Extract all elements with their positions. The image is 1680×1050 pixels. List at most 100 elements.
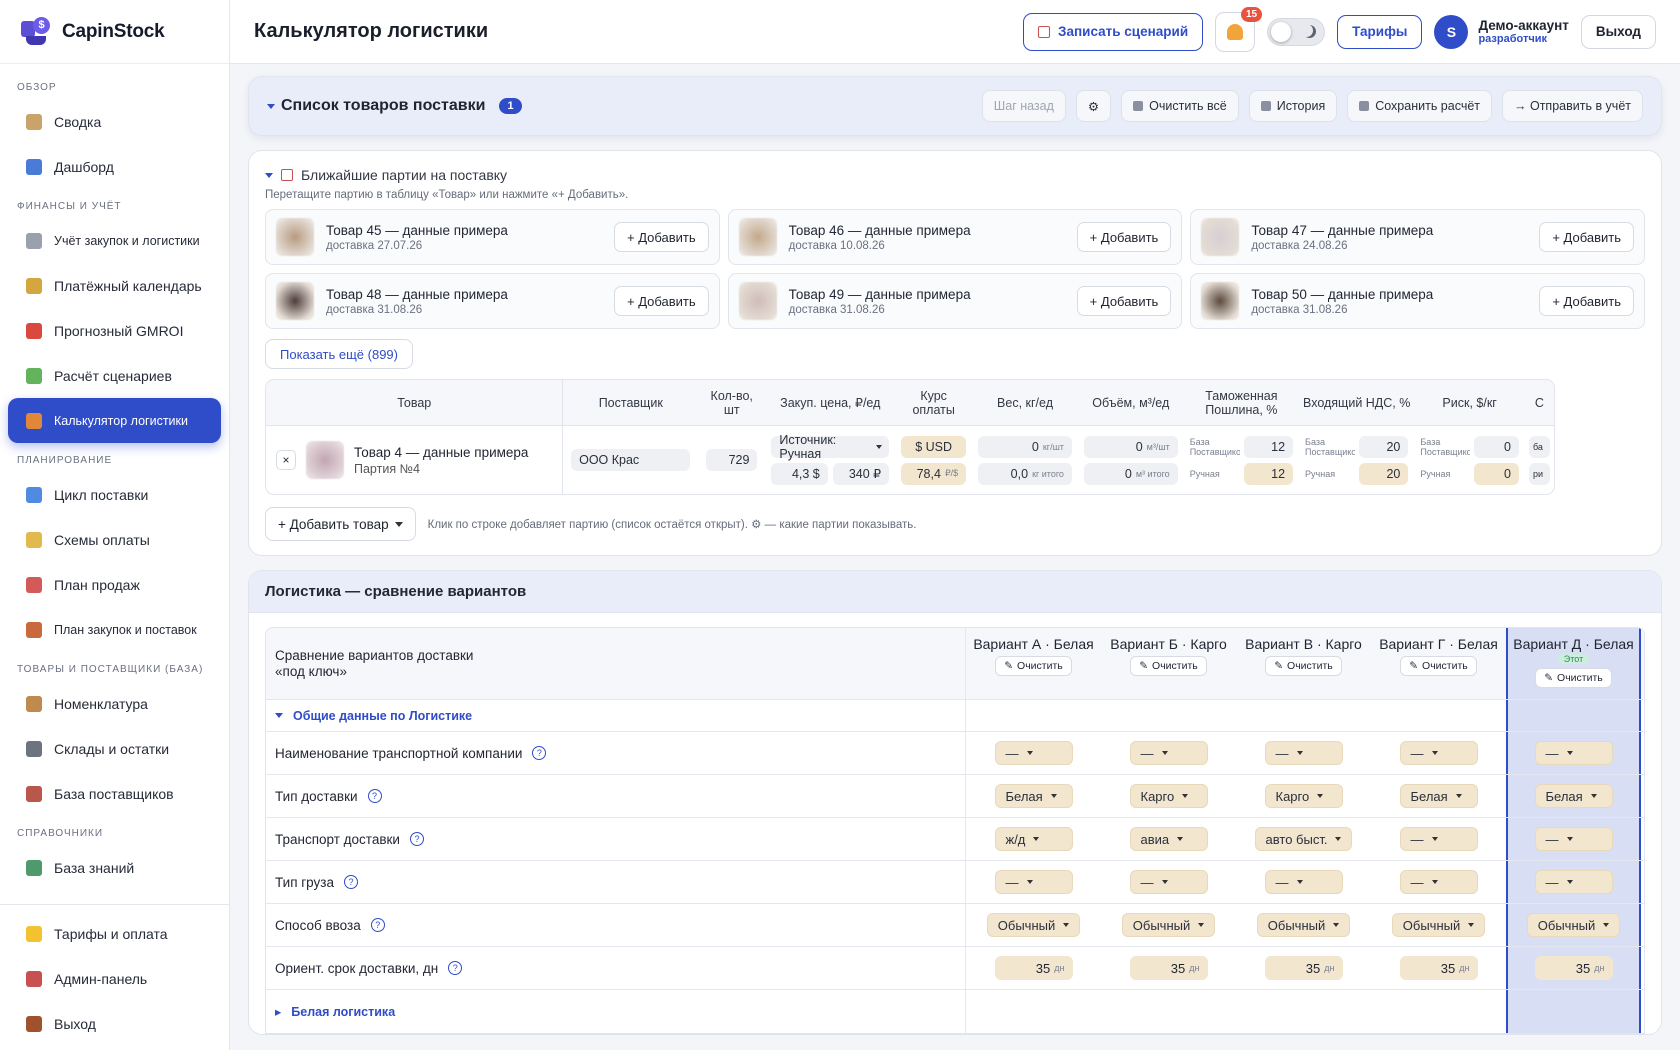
option-select[interactable]: Белая: [994, 784, 1073, 808]
compare-section-row[interactable]: Общие данные по Логистике: [266, 700, 1644, 732]
option-select[interactable]: авто быст.: [1254, 827, 1353, 851]
send-to-ledger-button[interactable]: → Отправить в учёт: [1502, 90, 1643, 122]
clear-variant-button[interactable]: ✎ Очистить: [1400, 656, 1477, 676]
option-select[interactable]: Обычный: [1391, 913, 1486, 937]
sidebar-item[interactable]: Склады и остатки: [8, 726, 221, 771]
duty-base-field[interactable]: 12: [1243, 435, 1294, 458]
theme-toggle[interactable]: [1267, 17, 1326, 46]
extra-field-bottom[interactable]: ри: [1528, 462, 1550, 485]
price-rub-field[interactable]: 340 ₽: [832, 462, 890, 485]
sidebar-item[interactable]: Цикл поставки: [8, 472, 221, 517]
show-more-button[interactable]: Показать ещё (899): [265, 339, 413, 369]
sidebar-item[interactable]: Выход: [8, 1001, 221, 1046]
sidebar-item[interactable]: База поставщиков: [8, 771, 221, 816]
option-select[interactable]: Обычный: [1526, 913, 1621, 937]
quantity-field[interactable]: 729: [705, 449, 758, 471]
option-select[interactable]: —: [1129, 870, 1208, 894]
sidebar-item[interactable]: Калькулятор логистики: [8, 398, 221, 443]
option-select[interactable]: Белая: [1534, 784, 1613, 808]
supply-list-toggle[interactable]: Список товаров поставки 1: [267, 97, 522, 115]
help-icon[interactable]: ?: [409, 832, 424, 846]
clear-all-button[interactable]: Очистить всё: [1121, 90, 1239, 122]
logout-button[interactable]: Выход: [1580, 14, 1656, 49]
duration-field[interactable]: 35 дн: [1399, 956, 1478, 980]
history-button[interactable]: История: [1248, 90, 1338, 122]
option-select[interactable]: —: [1399, 870, 1478, 894]
sidebar-item[interactable]: Сводка: [8, 99, 221, 144]
extra-field-top[interactable]: ба: [1528, 435, 1550, 458]
risk-manual-field[interactable]: 0: [1474, 462, 1519, 485]
duty-manual-field[interactable]: 12: [1243, 462, 1294, 485]
save-calc-button[interactable]: Сохранить расчёт: [1347, 90, 1493, 122]
duration-field[interactable]: 35 дн: [1534, 956, 1613, 980]
duration-field[interactable]: 35 дн: [1129, 956, 1208, 980]
party-card[interactable]: Товар 46 — данные примера доставка 10.08.…: [727, 209, 1183, 265]
vat-base-field[interactable]: 20: [1359, 435, 1409, 458]
option-select[interactable]: Обычный: [1256, 913, 1351, 937]
option-select[interactable]: Обычный: [1121, 913, 1216, 937]
option-select[interactable]: Обычный: [986, 913, 1081, 937]
sidebar-item[interactable]: Платёжный календарь: [8, 263, 221, 308]
volume-field[interactable]: 0 м³/шт: [1083, 435, 1178, 458]
table-row[interactable]: × Товар 4 — данные примера Партия №4 ООО …: [266, 426, 1554, 494]
option-select[interactable]: ж/д: [994, 827, 1073, 851]
option-select[interactable]: —: [994, 741, 1073, 765]
help-icon[interactable]: ?: [367, 789, 382, 803]
sidebar-item[interactable]: Тарифы и оплата: [8, 911, 221, 956]
add-party-button[interactable]: + Добавить: [614, 286, 709, 316]
option-select[interactable]: Карго: [1264, 784, 1343, 808]
section-toggle[interactable]: ▸ Белая логистика: [266, 990, 966, 1033]
help-icon[interactable]: ?: [532, 746, 547, 760]
option-select[interactable]: Белая: [1399, 784, 1478, 808]
party-card[interactable]: Товар 47 — данные примера доставка 24.08.…: [1190, 209, 1645, 265]
user-menu[interactable]: S Демо-аккаунт разработчик: [1434, 14, 1569, 49]
sidebar-item[interactable]: План продаж: [8, 562, 221, 607]
undo-button[interactable]: Шаг назад: [981, 90, 1066, 122]
add-party-button[interactable]: + Добавить: [1539, 286, 1634, 316]
add-product-button[interactable]: + Добавить товар: [265, 507, 416, 541]
help-icon[interactable]: ?: [343, 875, 358, 889]
option-select[interactable]: —: [1534, 741, 1613, 765]
weight-field[interactable]: 0 кг/шт: [978, 435, 1072, 458]
clear-variant-button[interactable]: ✎ Очистить: [995, 656, 1072, 676]
option-select[interactable]: —: [1534, 870, 1613, 894]
price-source-select[interactable]: Источник: Ручная: [771, 433, 890, 461]
vat-manual-field[interactable]: 20: [1359, 462, 1409, 485]
option-select[interactable]: —: [1264, 870, 1343, 894]
sidebar-item[interactable]: Номенклатура: [8, 681, 221, 726]
supplier-field[interactable]: ООО Крас: [571, 449, 690, 471]
clear-variant-button[interactable]: ✎ Очистить: [1535, 668, 1612, 688]
option-select[interactable]: Карго: [1129, 784, 1208, 808]
sidebar-item[interactable]: Дашборд: [8, 144, 221, 189]
clear-variant-button[interactable]: ✎ Очистить: [1130, 656, 1207, 676]
option-select[interactable]: авиа: [1129, 827, 1208, 851]
tariffs-button[interactable]: Тарифы: [1337, 14, 1423, 49]
sidebar-item[interactable]: Схемы оплаты: [8, 517, 221, 562]
sidebar-item[interactable]: План закупок и поставок: [8, 607, 221, 652]
party-card[interactable]: Товар 50 — данные примера доставка 31.08.…: [1190, 273, 1645, 329]
price-usd-field[interactable]: 4,3 $: [771, 462, 828, 485]
currency-select[interactable]: $ USD: [901, 435, 967, 458]
rate-field[interactable]: 78,4 ₽/$: [901, 462, 967, 485]
sidebar-item[interactable]: Расчёт сценариев: [8, 353, 221, 398]
risk-base-field[interactable]: 0: [1474, 435, 1519, 458]
option-select[interactable]: —: [1129, 741, 1208, 765]
notifications-button[interactable]: 15: [1215, 6, 1263, 52]
brand-logo[interactable]: $ CapinStock: [0, 0, 229, 64]
sidebar-item[interactable]: Учёт закупок и логистики: [8, 218, 221, 263]
settings-button[interactable]: ⚙: [1075, 90, 1112, 122]
record-scenario-button[interactable]: Записать сценарий: [1023, 12, 1204, 51]
add-party-button[interactable]: + Добавить: [1076, 286, 1172, 316]
party-card[interactable]: Товар 45 — данные примера доставка 27.07.…: [265, 209, 720, 265]
duration-field[interactable]: 35 дн: [994, 956, 1073, 980]
duration-field[interactable]: 35 дн: [1264, 956, 1343, 980]
option-select[interactable]: —: [1534, 827, 1613, 851]
help-icon[interactable]: ?: [448, 961, 463, 975]
parties-toggle[interactable]: Ближайшие партии на поставку: [265, 167, 1645, 183]
sidebar-item[interactable]: База знаний: [8, 845, 221, 890]
add-party-button[interactable]: + Добавить: [1076, 222, 1172, 252]
option-select[interactable]: —: [994, 870, 1073, 894]
section-toggle[interactable]: Общие данные по Логистике: [266, 700, 966, 731]
add-party-button[interactable]: + Добавить: [1539, 222, 1634, 252]
option-select[interactable]: —: [1399, 741, 1478, 765]
